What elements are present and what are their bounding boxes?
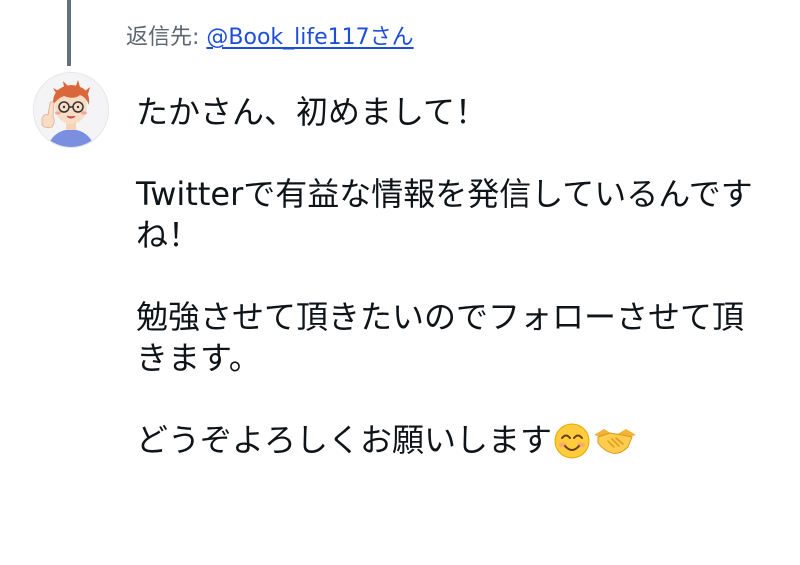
reply-to-handle-link[interactable]: @Book_life117さん xyxy=(206,25,413,50)
thread-connector-line xyxy=(67,0,71,66)
reply-to-prefix: 返信先: xyxy=(126,25,207,50)
tweet-paragraph: Twitterで有益な情報を発信しているんですね！ xyxy=(136,175,753,254)
tweet-body: たかさん、初めまして！ Twitterで有益な情報を発信しているんですね！ 勉強… xyxy=(136,92,766,461)
smiling-face-emoji-icon xyxy=(554,423,590,459)
reply-to-line: 返信先: @Book_life117さん xyxy=(126,22,414,54)
tweet-paragraph-text: どうぞよろしくお願いします xyxy=(136,421,553,459)
user-avatar-icon xyxy=(34,73,108,147)
tweet-paragraph: 勉強させて頂きたいのでフォローさせて頂きます。 xyxy=(136,298,745,377)
avatar[interactable] xyxy=(33,72,109,148)
tweet-paragraph-last: どうぞよろしくお願いします xyxy=(136,420,766,461)
handshake-emoji-icon xyxy=(592,423,638,459)
tweet-paragraph: たかさん、初めまして！ xyxy=(136,93,488,131)
